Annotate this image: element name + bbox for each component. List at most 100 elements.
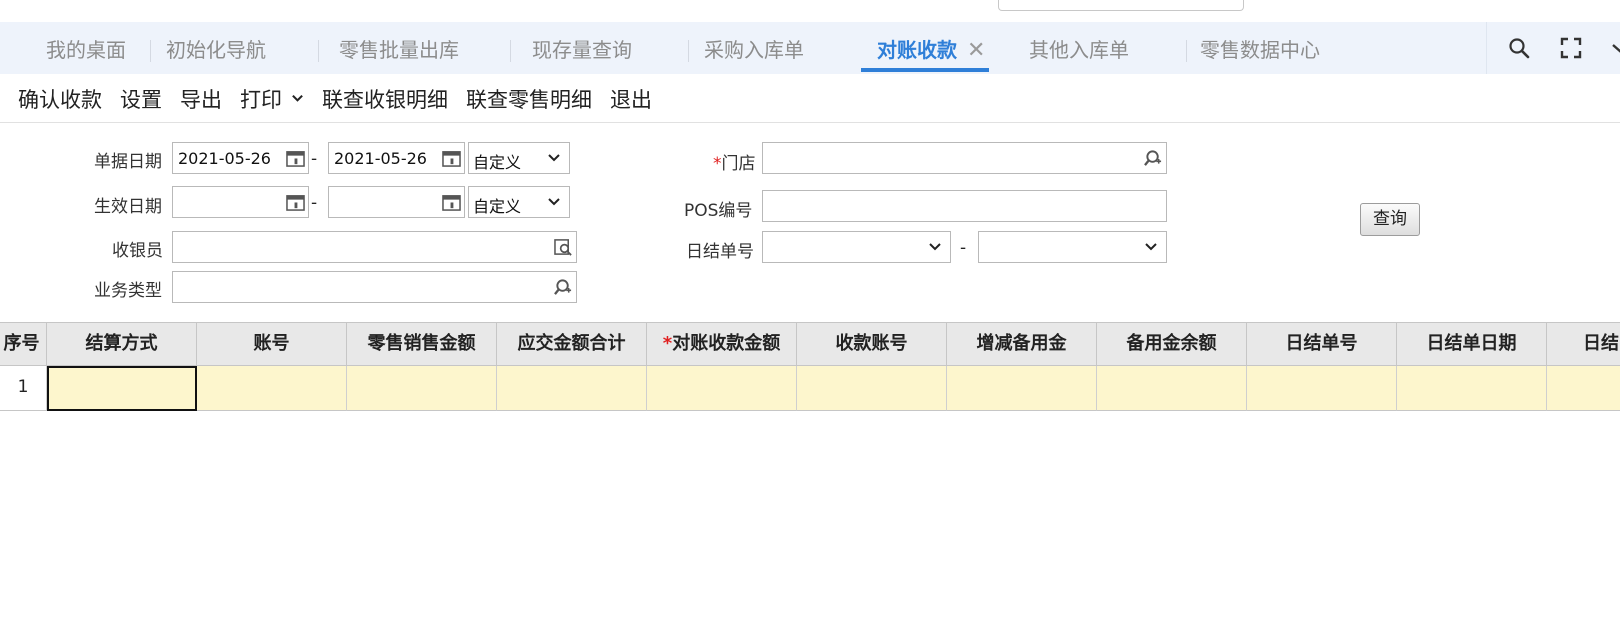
column-header[interactable]: 账号 xyxy=(197,322,347,366)
tab-init-nav[interactable]: 初始化导航 xyxy=(166,22,266,74)
tab-purchase-in[interactable]: 采购入库单 xyxy=(704,22,804,74)
required-mark: * xyxy=(713,154,722,174)
query-retail-detail-button[interactable]: 联查零售明细 xyxy=(466,84,592,114)
search-reference-icon[interactable] xyxy=(554,278,573,296)
biz-type-field[interactable] xyxy=(172,271,577,303)
table-cell[interactable] xyxy=(197,366,347,411)
tab-reconcile-receipt[interactable]: 对账收款 ✕ xyxy=(861,22,990,74)
doc-date-to-field[interactable]: 2021-05-26 xyxy=(328,142,465,174)
tab-other-in[interactable]: 其他入库单 xyxy=(1029,22,1129,74)
tab-my-desktop[interactable]: 我的桌面 xyxy=(46,22,126,74)
doc-date-from-field[interactable]: 2021-05-26 xyxy=(172,142,309,174)
column-header[interactable]: 应交金额合计 xyxy=(497,322,647,366)
column-header[interactable]: 日结 xyxy=(1547,322,1620,366)
tab-bar: 我的桌面 初始化导航 零售批量出库 现存量查询 采购入库单 对账收款 ✕ 其他入库… xyxy=(0,22,1620,75)
tab-label: 零售数据中心 xyxy=(1200,38,1320,62)
lookup-icon[interactable] xyxy=(554,238,573,256)
tab-label: 对账收款 xyxy=(877,38,957,62)
chevron-down-icon xyxy=(291,94,303,102)
store-label-text: 门店 xyxy=(721,154,756,174)
required-mark: * xyxy=(662,333,673,354)
calendar-icon[interactable] xyxy=(286,193,305,211)
column-header[interactable]: 日结单日期 xyxy=(1397,322,1547,366)
tab-separator xyxy=(318,40,319,62)
column-header[interactable]: 日结单号 xyxy=(1247,322,1397,366)
doc-date-range-value: 自定义 xyxy=(473,153,522,172)
tab-separator xyxy=(688,40,689,62)
tab-label: 零售批量出库 xyxy=(339,38,459,62)
query-cashier-detail-button[interactable]: 联查收银明细 xyxy=(322,84,448,114)
pos-field[interactable] xyxy=(762,190,1167,222)
table-cell[interactable] xyxy=(797,366,947,411)
row-number: 1 xyxy=(0,366,47,411)
table-cell[interactable] xyxy=(947,366,1097,411)
query-button[interactable]: 查询 xyxy=(1360,203,1420,236)
table-cell-settlement-method[interactable] xyxy=(47,366,197,411)
active-tab-underline xyxy=(861,68,990,72)
column-header[interactable]: *对账收款金额 xyxy=(647,322,797,366)
action-toolbar: 确认收款 设置 导出 打印 联查收银明细 联查零售明细 退出 xyxy=(0,74,1620,123)
settings-button[interactable]: 设置 xyxy=(120,84,162,114)
table-cell[interactable] xyxy=(647,366,797,411)
date-range-dash: - xyxy=(311,149,318,169)
tab-label: 采购入库单 xyxy=(704,38,804,62)
top-search-box[interactable] xyxy=(998,0,1244,11)
tab-label: 我的桌面 xyxy=(46,38,126,62)
cashier-label: 收银员 xyxy=(112,241,163,261)
tab-label: 初始化导航 xyxy=(166,38,266,62)
store-label: *门店 xyxy=(713,149,756,174)
chevron-down-icon[interactable] xyxy=(1609,36,1620,60)
tab-label: 其他入库单 xyxy=(1029,38,1129,62)
doc-date-label: 单据日期 xyxy=(94,152,162,172)
tab-label: 现存量查询 xyxy=(532,38,632,62)
table-cell[interactable] xyxy=(1397,366,1547,411)
daily-settlement-label: 日结单号 xyxy=(686,242,754,262)
calendar-icon[interactable] xyxy=(442,193,461,211)
column-header[interactable]: 增减备用金 xyxy=(947,322,1097,366)
chevron-down-icon xyxy=(548,198,560,206)
table-cell[interactable] xyxy=(1247,366,1397,411)
fullscreen-icon[interactable] xyxy=(1559,36,1583,60)
confirm-receipt-button[interactable]: 确认收款 xyxy=(18,84,102,114)
effective-date-from-field[interactable] xyxy=(172,186,309,218)
column-header[interactable]: 收款账号 xyxy=(797,322,947,366)
daily-settlement-from-select[interactable] xyxy=(762,231,951,263)
doc-date-range-select[interactable]: 自定义 xyxy=(468,142,570,174)
biz-type-label: 业务类型 xyxy=(94,281,162,301)
table-cell[interactable] xyxy=(1547,366,1620,411)
tab-separator xyxy=(1186,40,1187,62)
search-icon[interactable] xyxy=(1507,36,1531,60)
effective-date-to-field[interactable] xyxy=(328,186,465,218)
doc-date-from-value: 2021-05-26 xyxy=(178,149,271,168)
column-header[interactable]: 结算方式 xyxy=(47,322,197,366)
date-range-dash: - xyxy=(311,193,318,213)
effective-date-range-select[interactable]: 自定义 xyxy=(468,186,570,218)
tab-retail-batch-out[interactable]: 零售批量出库 xyxy=(339,22,459,74)
export-button[interactable]: 导出 xyxy=(180,84,222,114)
daily-range-dash: - xyxy=(960,238,967,258)
cashier-field[interactable] xyxy=(172,231,577,263)
effective-date-range-value: 自定义 xyxy=(473,197,522,216)
top-header-strip xyxy=(0,0,1620,23)
table-cell[interactable] xyxy=(1097,366,1247,411)
calendar-icon[interactable] xyxy=(442,149,461,167)
table-cell[interactable] xyxy=(347,366,497,411)
tab-retail-data-center[interactable]: 零售数据中心 xyxy=(1200,22,1320,74)
store-field[interactable] xyxy=(762,142,1167,174)
chevron-down-icon xyxy=(929,243,941,251)
effective-date-label: 生效日期 xyxy=(94,197,162,217)
column-header[interactable]: 零售销售金额 xyxy=(347,322,497,366)
column-header-label: 对账收款金额 xyxy=(672,333,781,354)
doc-date-to-value: 2021-05-26 xyxy=(334,149,427,168)
print-button[interactable]: 打印 xyxy=(240,84,304,114)
close-icon[interactable]: ✕ xyxy=(967,38,985,63)
calendar-icon[interactable] xyxy=(286,149,305,167)
tab-stock-query[interactable]: 现存量查询 xyxy=(532,22,632,74)
column-header[interactable]: 序号 xyxy=(0,322,47,366)
column-header[interactable]: 备用金余额 xyxy=(1097,322,1247,366)
search-reference-icon[interactable] xyxy=(1144,149,1163,167)
chevron-down-icon xyxy=(1145,243,1157,251)
daily-settlement-to-select[interactable] xyxy=(978,231,1167,263)
table-cell[interactable] xyxy=(497,366,647,411)
exit-button[interactable]: 退出 xyxy=(610,84,652,114)
